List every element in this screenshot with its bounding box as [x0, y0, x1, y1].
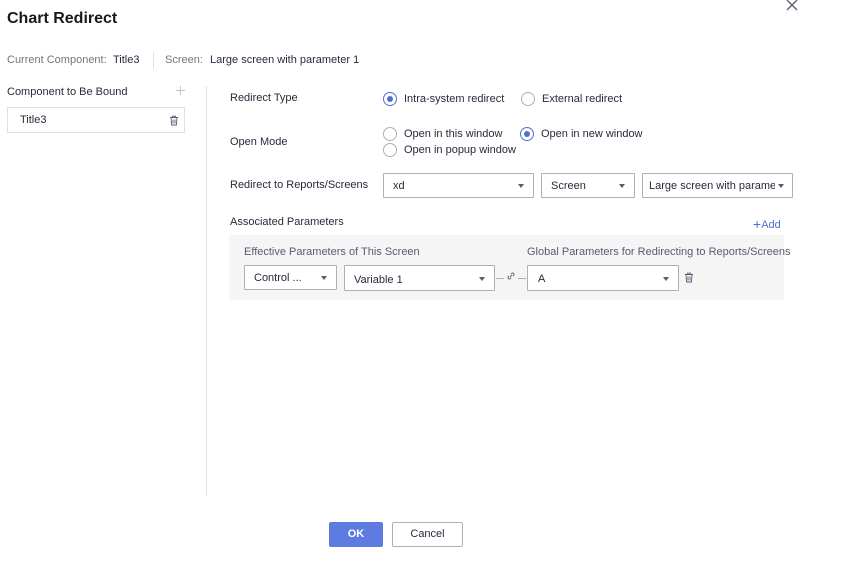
redirect-type-label: Redirect Type [230, 92, 298, 104]
type-select-value: Screen [551, 180, 586, 192]
source-type-select[interactable]: Control ... [244, 265, 337, 290]
variable-select[interactable]: Variable 1 [344, 265, 495, 291]
add-component-icon[interactable] [175, 85, 186, 96]
current-component-value: Title3 [113, 54, 140, 66]
radio-open-new-window-label: Open in new window [541, 128, 643, 140]
current-component-label: Current Component: [7, 54, 107, 66]
radio-open-popup-window[interactable] [383, 143, 397, 157]
associated-parameters-label: Associated Parameters [230, 216, 344, 228]
variable-select-value: Variable 1 [354, 274, 403, 286]
ok-button[interactable]: OK [329, 522, 383, 547]
global-parameter-value: A [538, 273, 546, 285]
global-parameter-select[interactable]: A [527, 265, 679, 291]
chevron-down-icon [479, 277, 485, 281]
redirect-to-label: Redirect to Reports/Screens [230, 179, 369, 191]
screen-label: Screen: [165, 54, 203, 66]
source-type-value: Control ... [254, 272, 302, 284]
plus-icon: + [753, 216, 762, 232]
bound-component-label: Title3 [20, 114, 47, 126]
chevron-down-icon [518, 184, 524, 188]
add-parameter-label: Add [761, 219, 781, 231]
add-parameter-button[interactable]: +Add [753, 215, 781, 232]
radio-open-new-window[interactable] [520, 127, 534, 141]
screen-select-value: Large screen with paramete [649, 180, 775, 192]
radio-external-redirect[interactable] [521, 92, 535, 106]
dialog-title: Chart Redirect [7, 10, 118, 27]
effective-parameters-header: Effective Parameters of This Screen [244, 246, 420, 258]
type-select[interactable]: Screen [541, 173, 635, 198]
link-icon [507, 272, 515, 280]
close-icon[interactable] [784, 0, 800, 13]
cancel-button[interactable]: Cancel [392, 522, 463, 547]
screen-select[interactable]: Large screen with paramete [642, 173, 793, 198]
bound-component-item[interactable]: Title3 [7, 107, 185, 133]
chevron-down-icon [778, 184, 784, 188]
radio-open-this-window-label: Open in this window [404, 128, 503, 140]
link-connector-right [518, 278, 526, 279]
radio-external-label: External redirect [542, 93, 623, 105]
radio-intra-system-redirect[interactable] [383, 92, 397, 106]
radio-open-this-window[interactable] [383, 127, 397, 141]
info-divider [153, 52, 154, 69]
radio-intra-system-label: Intra-system redirect [404, 93, 505, 105]
chevron-down-icon [321, 276, 327, 280]
open-mode-label: Open Mode [230, 136, 288, 148]
chevron-down-icon [619, 184, 625, 188]
column-divider [206, 86, 207, 496]
trash-icon[interactable] [684, 272, 694, 283]
component-to-be-bound-header: Component to Be Bound [7, 86, 128, 98]
report-select[interactable]: xd [383, 173, 534, 198]
global-parameters-header: Global Parameters for Redirecting to Rep… [527, 246, 791, 258]
chevron-down-icon [663, 277, 669, 281]
report-select-value: xd [393, 180, 405, 192]
trash-icon[interactable] [169, 115, 179, 126]
screen-value: Large screen with parameter 1 [210, 54, 360, 66]
radio-open-popup-label: Open in popup window [404, 144, 516, 156]
link-connector-left [496, 278, 504, 279]
